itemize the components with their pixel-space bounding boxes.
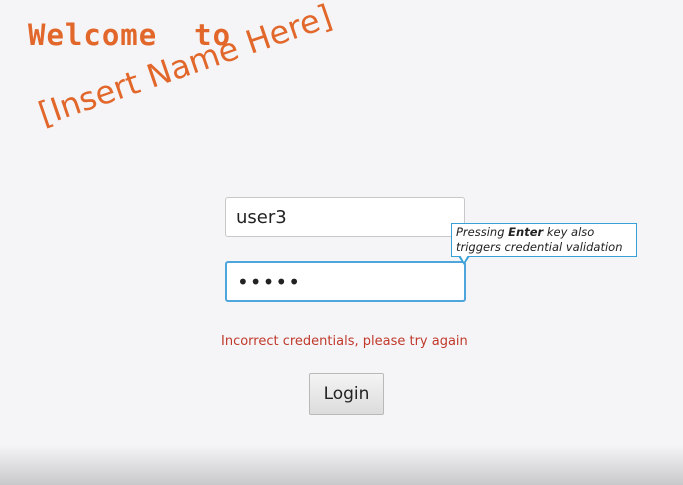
login-button[interactable]: Login — [309, 373, 384, 415]
tooltip-line-2: triggers credential validation — [456, 240, 623, 254]
tooltip-key: Enter — [508, 225, 544, 239]
tooltip-pointer-fill — [460, 255, 468, 262]
error-message: Incorrect credentials, please try again — [221, 334, 468, 349]
login-screen: { "header": { "welcome": "Welcome to", "… — [0, 0, 683, 485]
bottom-shadow — [0, 445, 683, 485]
username-input[interactable] — [225, 197, 465, 237]
tooltip-text-after: key also — [543, 225, 595, 239]
tooltip-text-before: Pressing — [456, 225, 509, 239]
enter-key-tooltip: Pressing Enter key also triggers credent… — [451, 223, 637, 257]
password-input[interactable] — [225, 261, 466, 302]
tooltip-line-1: Pressing Enter key also — [456, 225, 632, 240]
